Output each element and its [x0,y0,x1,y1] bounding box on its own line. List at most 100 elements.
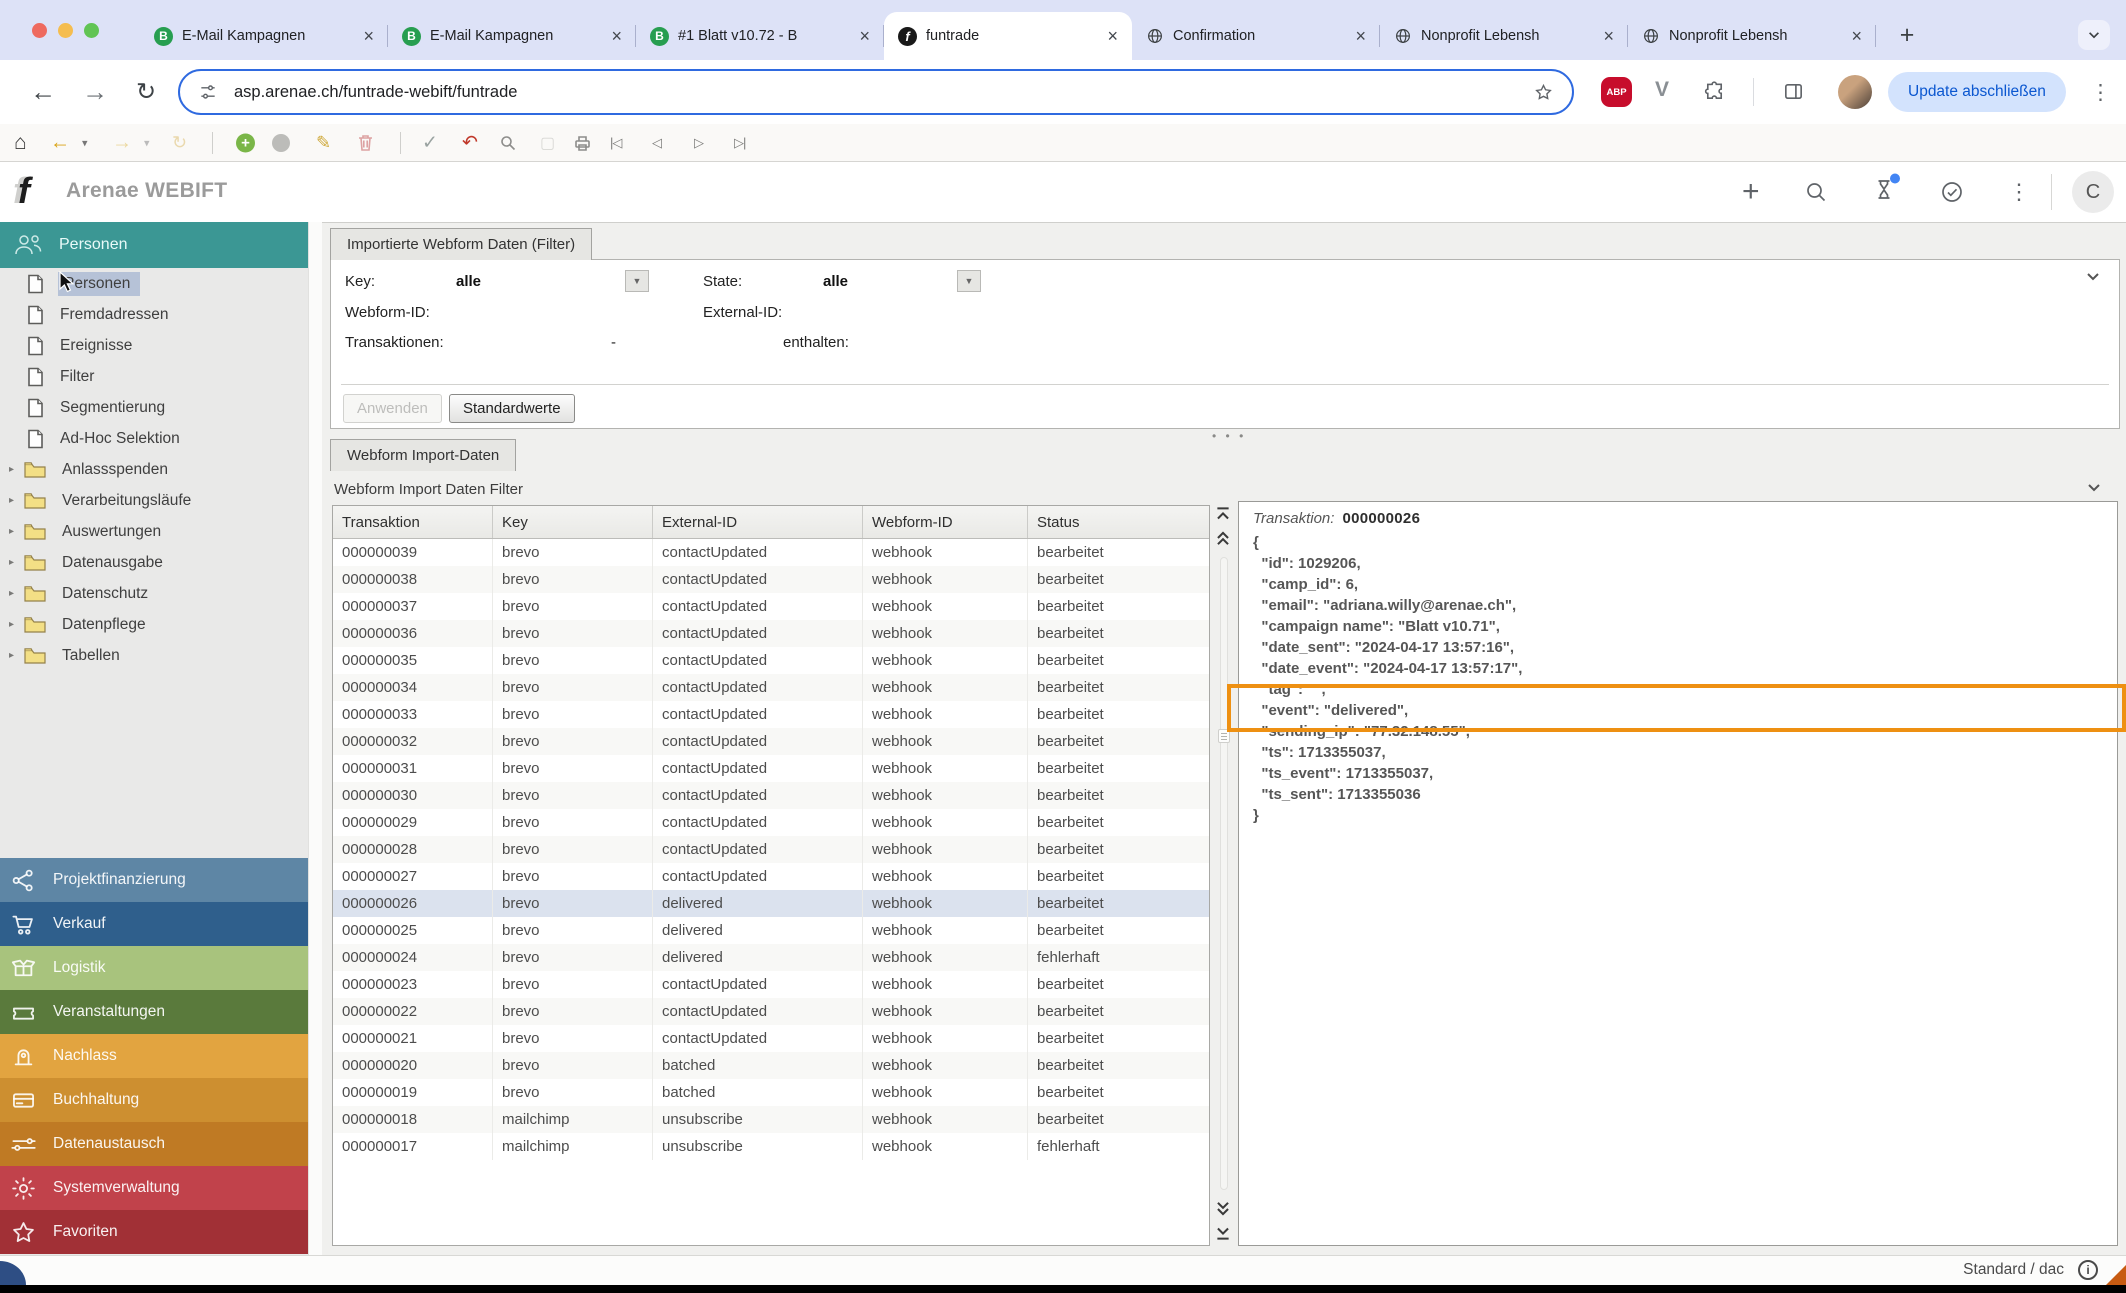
sidebar-folder-item[interactable]: ▸ Auswertungen [0,516,308,547]
sidebar-page-item[interactable]: Ad-Hoc Selektion [0,423,308,454]
duplicate-record-icon[interactable] [272,134,290,152]
table-row[interactable]: 000000034 brevo contactUpdated webhook b… [333,674,1209,701]
table-row[interactable]: 000000017 mailchimp unsubscribe webhook … [333,1133,1209,1160]
print-icon[interactable] [574,135,591,151]
tab-close-icon[interactable]: × [855,26,874,47]
adblock-extension-icon[interactable]: ABP [1601,77,1632,107]
table-row[interactable]: 000000039 brevo contactUpdated webhook b… [333,539,1209,566]
expand-caret-icon[interactable]: ▸ [9,619,14,630]
filter-panel-tab[interactable]: Importierte Webform Daten (Filter) [330,228,592,260]
column-header[interactable]: Transaktion [333,506,493,538]
table-row[interactable]: 000000021 brevo contactUpdated webhook b… [333,1025,1209,1052]
update-browser-button[interactable]: Update abschließen [1888,72,2066,112]
sidebar-page-item[interactable]: Personen [0,268,308,299]
sidebar-section[interactable]: Datenaustausch [0,1122,308,1166]
browser-tab[interactable]: B E-Mail Kampagnen × [388,12,636,60]
expand-caret-icon[interactable]: ▸ [9,588,14,599]
table-row[interactable]: 000000022 brevo contactUpdated webhook b… [333,998,1209,1025]
page-down-icon[interactable] [1214,1200,1234,1220]
table-row[interactable]: 000000018 mailchimp unsubscribe webhook … [333,1106,1209,1133]
next-record-icon[interactable]: ▷ [694,135,703,151]
table-row[interactable]: 000000028 brevo contactUpdated webhook b… [333,836,1209,863]
pending-tasks-hourglass-icon[interactable] [1872,178,1896,207]
expand-caret-icon[interactable]: ▸ [9,495,14,506]
tab-search-button[interactable] [2078,20,2110,50]
browser-tab[interactable]: Nonprofit Lebensh × [1380,12,1628,60]
check-circle-icon[interactable] [1940,180,1964,204]
expand-caret-icon[interactable]: ▸ [9,557,14,568]
sidebar-section[interactable]: Logistik [0,946,308,990]
table-row[interactable]: 000000033 brevo contactUpdated webhook b… [333,701,1209,728]
sidebar-scrollbar[interactable] [308,222,322,1255]
tab-close-icon[interactable]: × [1351,26,1370,47]
apply-button[interactable]: Anwenden [343,394,442,423]
column-header[interactable]: Key [493,506,653,538]
bookmark-star-icon[interactable] [1533,82,1554,103]
table-row[interactable]: 000000023 brevo contactUpdated webhook b… [333,971,1209,998]
scroll-to-top-icon[interactable] [1214,505,1234,525]
first-record-icon[interactable]: |◁ [610,135,621,151]
confirm-icon[interactable]: ✓ [422,131,438,154]
side-panel-icon[interactable] [1782,80,1805,103]
table-row[interactable]: 000000026 brevo delivered webhook bearbe… [333,890,1209,917]
sidebar-page-item[interactable]: Fremdadressen [0,299,308,330]
close-window-button[interactable] [32,23,47,38]
profile-avatar[interactable] [1838,75,1872,109]
tab-close-icon[interactable]: × [359,26,378,47]
table-row[interactable]: 000000029 brevo contactUpdated webhook b… [333,809,1209,836]
sidebar-folder-item[interactable]: ▸ Datenausgabe [0,547,308,578]
zoom-window-button[interactable] [84,23,99,38]
user-avatar[interactable]: C [2072,171,2114,213]
forward-icon[interactable]: → [82,77,108,108]
home-icon[interactable]: ⌂ [14,131,27,155]
table-row[interactable]: 000000019 brevo batched webhook bearbeit… [333,1079,1209,1106]
sidebar-page-item[interactable]: Ereignisse [0,330,308,361]
table-row[interactable]: 000000032 brevo contactUpdated webhook b… [333,728,1209,755]
column-header[interactable]: External-ID [653,506,863,538]
v-extension-icon[interactable]: V [1655,78,1669,102]
url-bar[interactable]: asp.arenae.ch/funtrade-webift/funtrade [178,69,1574,115]
sidebar-folder-item[interactable]: ▸ Verarbeitungsläufe [0,485,308,516]
tab-close-icon[interactable]: × [1599,26,1618,47]
sidebar-page-item[interactable]: Filter [0,361,308,392]
sidebar-section[interactable]: Projektfinanzierung [0,858,308,902]
back-dropdown-icon[interactable]: ▾ [82,136,88,149]
edit-record-icon[interactable]: ✎ [316,132,331,153]
expand-caret-icon[interactable]: ▸ [9,464,14,475]
delete-record-icon[interactable] [358,134,373,151]
defaults-button[interactable]: Standardwerte [449,394,575,423]
browser-tab[interactable]: f funtrade × [884,12,1132,60]
sidebar-folder-item[interactable]: ▸ Anlassspenden [0,454,308,485]
undo-icon[interactable]: ↶ [462,131,478,154]
browser-menu-icon[interactable]: ⋮ [2090,80,2111,105]
expand-caret-icon[interactable]: ▸ [9,650,14,661]
table-row[interactable]: 000000024 brevo delivered webhook fehler… [333,944,1209,971]
sidebar-section[interactable]: Buchhaltung [0,1078,308,1122]
collapse-panel-icon[interactable] [2085,268,2101,284]
extensions-puzzle-icon[interactable] [1703,80,1726,103]
sidebar-section[interactable]: Nachlass [0,1034,308,1078]
import-panel-tab[interactable]: Webform Import-Daten [330,439,516,471]
refresh-icon[interactable]: ↻ [172,132,187,153]
search-icon[interactable] [1804,180,1828,204]
browser-tab[interactable]: Confirmation × [1132,12,1380,60]
scroll-to-bottom-icon[interactable] [1214,1224,1234,1244]
previous-record-icon[interactable]: ◁ [652,135,661,151]
table-row[interactable]: 000000038 brevo contactUpdated webhook b… [333,566,1209,593]
key-value[interactable]: alle [456,273,481,290]
tab-close-icon[interactable]: × [1847,26,1866,47]
add-record-icon[interactable]: + [236,133,255,152]
add-icon[interactable]: + [1742,175,1760,209]
state-dropdown-icon[interactable]: ▼ [957,270,981,292]
column-header[interactable]: Status [1028,506,1209,538]
expand-caret-icon[interactable]: ▸ [9,526,14,537]
scrollbar-track[interactable] [1220,557,1228,1190]
table-row[interactable]: 000000030 brevo contactUpdated webhook b… [333,782,1209,809]
sidebar-folder-item[interactable]: ▸ Datenpflege [0,609,308,640]
tab-close-icon[interactable]: × [1103,26,1122,47]
tune-icon[interactable] [198,82,218,102]
history-back-icon[interactable]: ← [50,131,70,154]
search-record-icon[interactable] [500,135,516,151]
forward-dropdown-icon[interactable]: ▾ [144,136,150,149]
back-icon[interactable]: ← [30,77,56,108]
